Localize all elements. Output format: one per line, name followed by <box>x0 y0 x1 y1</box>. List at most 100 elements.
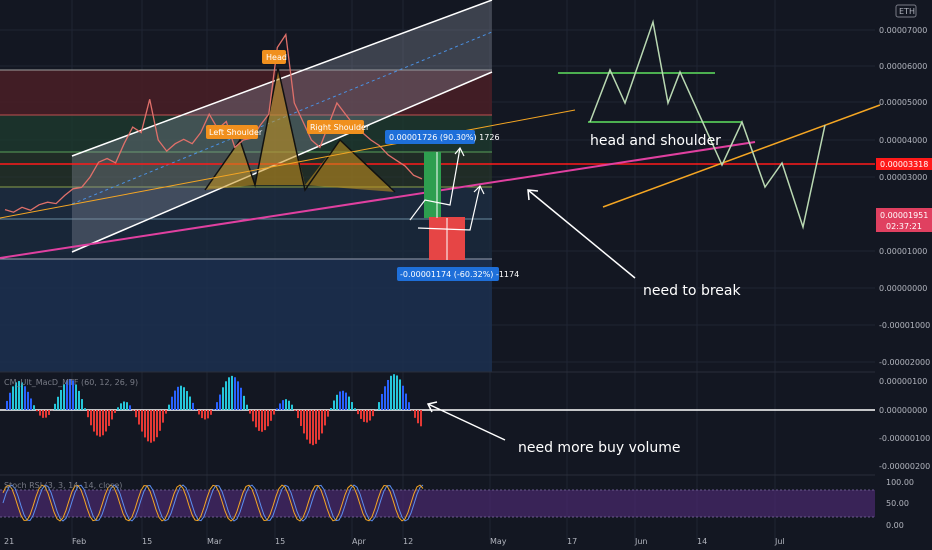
time-tick-label: Mar <box>207 537 223 546</box>
time-axis: 21 Feb 15 Mar 15 Apr 12 May 17 Jun 14 Jul <box>4 537 785 546</box>
macd-bar <box>420 410 422 427</box>
macd-bar <box>393 374 395 410</box>
macd-bar <box>126 402 128 410</box>
macd-bar <box>360 410 362 419</box>
macd-bar <box>294 410 296 411</box>
macd-bar <box>261 410 263 432</box>
price-tick-label: 0.00007000 <box>879 26 927 35</box>
macd-bar <box>48 410 50 415</box>
macd-bar <box>327 410 329 417</box>
annotation-need-to-break: need to break <box>643 283 741 299</box>
macd-bar <box>6 400 8 410</box>
macd-bar <box>54 403 56 410</box>
macd-bar <box>198 410 200 415</box>
macd-bar <box>399 379 401 410</box>
macd-bar <box>369 410 371 421</box>
macd-bar <box>345 392 347 410</box>
time-tick-label: Jul <box>774 537 785 546</box>
macd-bar <box>240 387 242 410</box>
macd-bar <box>201 410 203 419</box>
macd-bar <box>36 410 38 412</box>
macd-bar <box>186 391 188 410</box>
buy-volume-arrow <box>426 401 506 441</box>
macd-bar <box>42 410 44 418</box>
macd-bar <box>246 404 248 410</box>
macd-bar <box>141 410 143 432</box>
macd-bar <box>378 402 380 410</box>
macd-bar <box>219 394 221 410</box>
macd-bar <box>183 387 185 410</box>
macd-bar <box>417 410 419 424</box>
macd-bar <box>309 410 311 444</box>
macd-bar <box>234 377 236 410</box>
macd-bar <box>84 408 86 410</box>
symbol-badge-text: ETH <box>899 7 915 16</box>
macd-bar <box>120 403 122 410</box>
macd-bar <box>225 381 227 410</box>
macd-bar <box>297 410 299 419</box>
stoch-pane: Stoch RSI (3, 3, 14, 14, close) <box>0 474 875 522</box>
macd-bar <box>171 396 173 410</box>
macd-label: CM_Ult_MacD_MTF (60, 12, 26, 9) <box>4 378 138 387</box>
macd-bar <box>177 386 179 410</box>
macd-bar <box>228 377 230 410</box>
macd-bar <box>144 410 146 438</box>
macd-bar <box>57 396 59 410</box>
macd-bar <box>351 402 353 410</box>
annotation-need-more-buy-volume: need more buy volume <box>518 440 681 456</box>
macd-bar <box>387 379 389 410</box>
stoch-tick-label: 100.00 <box>886 478 914 487</box>
time-tick-label: 21 <box>4 537 14 546</box>
macd-bar <box>39 410 41 416</box>
macd-bar <box>339 391 341 410</box>
svg-text:0.00003318: 0.00003318 <box>880 160 928 169</box>
stoch-label: Stoch RSI (3, 3, 14, 14, close) <box>4 481 122 490</box>
macd-tick-label: 0.00000100 <box>879 377 927 386</box>
macd-bar <box>9 392 11 410</box>
current-price-tag: 0.00001951 02:37:21 <box>876 208 932 232</box>
macd-bar <box>357 410 359 415</box>
svg-text:0.00001951: 0.00001951 <box>880 211 928 220</box>
right-shoulder-label: Right Shoulder <box>307 120 370 134</box>
svg-text:Left Shoulder: Left Shoulder <box>209 128 263 137</box>
time-tick-label: Apr <box>352 537 367 546</box>
measure-up-box[interactable] <box>424 152 441 218</box>
macd-bar <box>333 400 335 410</box>
price-tick-label: 0.00000000 <box>879 284 927 293</box>
macd-bar <box>384 386 386 410</box>
macd-bar <box>315 410 317 444</box>
price-tick-label: 0.00001000 <box>879 247 927 256</box>
macd-bar <box>276 408 278 410</box>
macd-bar <box>237 381 239 410</box>
macd-bar <box>78 390 80 410</box>
time-tick-label: Feb <box>72 537 86 546</box>
macd-bar <box>408 402 410 410</box>
macd-tick-label: 0.00000000 <box>879 406 927 415</box>
macd-bar <box>135 410 137 418</box>
svg-text:Head: Head <box>266 53 287 62</box>
macd-bar <box>174 390 176 410</box>
svg-text:02:37:21: 02:37:21 <box>886 222 922 231</box>
macd-bar <box>180 385 182 410</box>
macd-bar <box>330 408 332 410</box>
level-price-tag: 0.00003318 <box>876 158 932 170</box>
macd-bar <box>273 410 275 415</box>
macd-bar <box>192 402 194 410</box>
macd-bar <box>189 396 191 410</box>
time-tick-label: May <box>490 537 507 546</box>
macd-bar <box>282 400 284 410</box>
macd-bar <box>132 410 134 411</box>
macd-bar <box>291 404 293 410</box>
macd-bar <box>12 386 14 410</box>
measure-down-text: -0.00001174 (-60.32%) -1174 <box>400 270 519 279</box>
macd-bar <box>30 398 32 410</box>
annotation-head-and-shoulder: head and shoulder <box>590 133 721 149</box>
trading-chart[interactable]: 0.00001726 (90.30%) 1726 -0.00001174 (-6… <box>0 0 932 550</box>
macd-bar <box>348 396 350 410</box>
macd-bar <box>312 410 314 446</box>
time-tick-label: 15 <box>275 537 285 546</box>
macd-bar <box>414 410 416 418</box>
macd-bar <box>336 394 338 410</box>
macd-bar <box>117 407 119 410</box>
left-shoulder-label: Left Shoulder <box>206 125 263 139</box>
